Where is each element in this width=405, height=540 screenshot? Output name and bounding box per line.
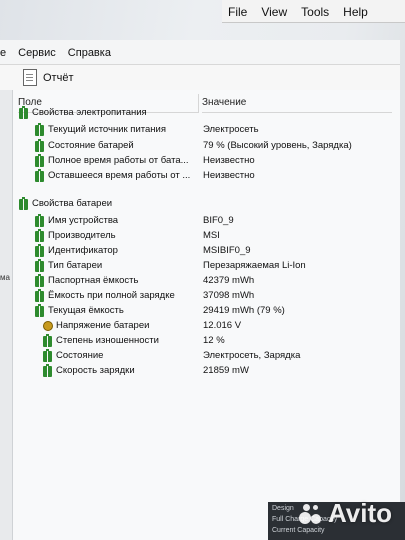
report-label: Отчёт bbox=[43, 71, 74, 84]
menubar: е Сервис Справка bbox=[0, 47, 111, 59]
battery-icon bbox=[35, 274, 44, 287]
property-row[interactable]: Тип батареи Перезаряжаемая Li-Ion bbox=[13, 259, 400, 273]
menu-service[interactable]: Сервис bbox=[18, 47, 56, 59]
menu-help-ru[interactable]: Справка bbox=[68, 47, 111, 59]
row-label: Оставшееся время работы от ... bbox=[48, 170, 191, 181]
property-row[interactable]: Напряжение батареи 12.016 V bbox=[13, 319, 400, 333]
row-label: Ёмкость при полной зарядке bbox=[48, 290, 175, 301]
row-label: Состояние bbox=[56, 350, 104, 361]
row-value: 79 % (Высокий уровень, Зарядка) bbox=[203, 140, 352, 151]
property-row[interactable]: Степень изношенности 12 % bbox=[13, 334, 400, 348]
menu-help[interactable]: Help bbox=[343, 5, 368, 19]
menu-file[interactable]: File bbox=[228, 5, 247, 19]
row-label: Свойства электропитания bbox=[32, 107, 147, 118]
aida-window: е Сервис Справка Отчёт ма Поле Значение … bbox=[0, 40, 400, 540]
row-label: Полное время работы от бата... bbox=[48, 155, 189, 166]
avito-logo-icon bbox=[298, 501, 324, 527]
photo-background: File View Tools Help е Сервис Справка От… bbox=[0, 0, 405, 540]
avito-watermark: Avito bbox=[298, 498, 392, 529]
battery-icon bbox=[35, 229, 44, 242]
property-row[interactable]: Имя устройства BIF0_9 bbox=[13, 214, 400, 228]
avito-wordmark: Avito bbox=[328, 498, 393, 528]
menu-fragment[interactable]: е bbox=[0, 47, 6, 59]
menu-view[interactable]: View bbox=[261, 5, 287, 19]
row-value: MSIBIF0_9 bbox=[203, 245, 251, 256]
voltage-icon bbox=[43, 321, 53, 331]
row-value: BIF0_9 bbox=[203, 215, 234, 226]
row-label: Имя устройства bbox=[48, 215, 119, 226]
navigation-tree-edge[interactable] bbox=[0, 90, 13, 540]
row-label: Паспортная ёмкость bbox=[48, 275, 139, 286]
row-value: 37098 mWh bbox=[203, 290, 255, 301]
row-label: Скорость зарядки bbox=[56, 365, 135, 376]
row-value: Электросеть, Зарядка bbox=[203, 350, 301, 361]
battery-icon bbox=[19, 106, 28, 119]
property-row[interactable]: Производитель MSI bbox=[13, 229, 400, 243]
battery-icon bbox=[43, 364, 52, 377]
bottom-line-1: Design bbox=[272, 505, 294, 512]
battery-icon bbox=[35, 123, 44, 136]
row-label: Состояние батарей bbox=[48, 140, 134, 151]
row-value: Неизвестно bbox=[203, 170, 255, 181]
battery-icon bbox=[35, 289, 44, 302]
battery-icon bbox=[43, 334, 52, 347]
row-label: Текущая ёмкость bbox=[48, 305, 124, 316]
property-row[interactable]: Скорость зарядки 21859 mW bbox=[13, 364, 400, 378]
menu-tools[interactable]: Tools bbox=[301, 5, 329, 19]
battery-icon bbox=[19, 197, 28, 210]
row-label: Производитель bbox=[48, 230, 116, 241]
row-label: Тип батареи bbox=[48, 260, 103, 271]
group-row[interactable]: Свойства батареи bbox=[13, 197, 400, 211]
row-value: 12 % bbox=[203, 335, 225, 346]
row-value: 29419 mWh (79 %) bbox=[203, 305, 285, 316]
property-row[interactable]: Полное время работы от бата... Неизвестно bbox=[13, 154, 400, 168]
battery-icon bbox=[35, 169, 44, 182]
battery-icon bbox=[35, 154, 44, 167]
property-row[interactable]: Текущая ёмкость 29419 mWh (79 %) bbox=[13, 304, 400, 318]
report-button[interactable]: Отчёт bbox=[23, 69, 73, 86]
row-value: Неизвестно bbox=[203, 155, 255, 166]
row-value: 12.016 V bbox=[203, 320, 242, 331]
property-row[interactable]: Идентификатор MSIBIF0_9 bbox=[13, 244, 400, 258]
property-row[interactable]: Ёмкость при полной зарядке 37098 mWh bbox=[13, 289, 400, 303]
property-row[interactable]: Состояние батарей 79 % (Высокий уровень, … bbox=[13, 139, 400, 153]
property-row[interactable]: Состояние Электросеть, Зарядка bbox=[13, 349, 400, 363]
battery-icon bbox=[35, 139, 44, 152]
properties-grid: Поле Значение Свойства электропитания Тек… bbox=[13, 90, 400, 540]
battery-icon bbox=[35, 259, 44, 272]
row-label: Напряжение батареи bbox=[56, 320, 150, 331]
row-value: Перезаряжаемая Li-Ion bbox=[203, 260, 306, 271]
row-label: Свойства батареи bbox=[32, 198, 113, 209]
background-window-menubar: File View Tools Help bbox=[228, 5, 368, 19]
battery-icon bbox=[35, 214, 44, 227]
property-row[interactable]: Оставшееся время работы от ... Неизвестно bbox=[13, 169, 400, 183]
row-label: Идентификатор bbox=[48, 245, 118, 256]
row-value: Электросеть bbox=[203, 124, 259, 135]
tree-item-fragment[interactable]: ма bbox=[0, 273, 10, 282]
property-row[interactable]: Паспортная ёмкость 42379 mWh bbox=[13, 274, 400, 288]
row-label: Текущий источник питания bbox=[48, 124, 166, 135]
battery-icon bbox=[43, 349, 52, 362]
battery-icon bbox=[35, 304, 44, 317]
group-row[interactable]: Свойства электропитания bbox=[13, 106, 400, 120]
property-row[interactable]: Текущий источник питания Электросеть bbox=[13, 123, 400, 137]
battery-icon bbox=[35, 244, 44, 257]
row-value: 21859 mW bbox=[203, 365, 249, 376]
report-icon bbox=[23, 69, 37, 86]
row-label: Степень изношенности bbox=[56, 335, 159, 346]
toolbar: Отчёт bbox=[0, 64, 400, 92]
row-value: 42379 mWh bbox=[203, 275, 255, 286]
row-value: MSI bbox=[203, 230, 220, 241]
